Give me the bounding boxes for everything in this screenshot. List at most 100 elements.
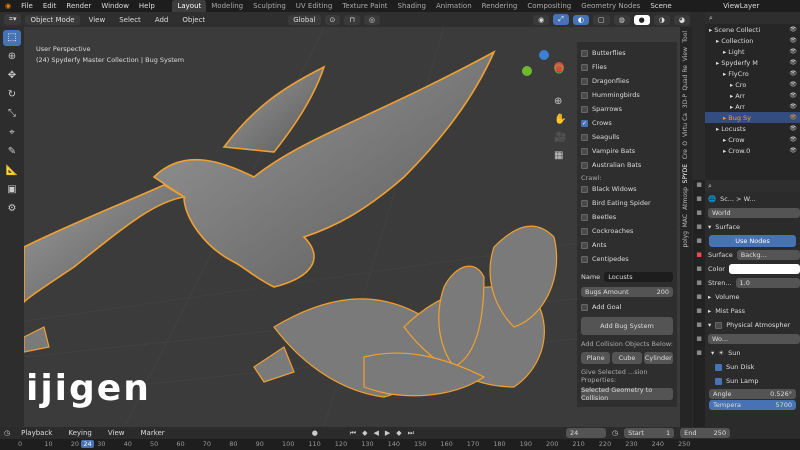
tab-layout[interactable]: Layout bbox=[172, 0, 207, 12]
tab-animation[interactable]: Animation bbox=[431, 0, 477, 12]
chevron-down-icon[interactable]: ▾ bbox=[708, 223, 711, 231]
pivot-icon[interactable]: ⊙ bbox=[324, 14, 341, 25]
menu-view[interactable]: View bbox=[84, 16, 111, 24]
render-icon[interactable]: ▪ bbox=[693, 194, 705, 208]
list-item[interactable]: Beetles bbox=[581, 210, 673, 224]
output-icon[interactable]: ▪ bbox=[693, 208, 705, 222]
list-item[interactable]: Centipedes bbox=[581, 252, 673, 266]
jump-end-icon[interactable]: ⏭ bbox=[408, 429, 414, 438]
checkbox[interactable] bbox=[581, 161, 588, 169]
eye-icon[interactable]: 👁 bbox=[789, 48, 797, 55]
color-swatch[interactable] bbox=[728, 264, 800, 274]
camera-icon[interactable]: 🎥 bbox=[554, 129, 566, 147]
cube-button[interactable]: Cube bbox=[612, 352, 642, 364]
sidebar-tab[interactable]: Quad Re bbox=[682, 65, 689, 91]
world-icon[interactable]: ▪ bbox=[693, 250, 705, 264]
play-reverse-icon[interactable]: ◀ bbox=[374, 429, 379, 437]
sidebar-tab[interactable]: Cre bbox=[682, 149, 689, 159]
eye-icon[interactable]: 👁 bbox=[789, 26, 797, 33]
chevron-down-icon[interactable]: ▾ bbox=[711, 349, 714, 357]
sidebar-tab[interactable]: Virtu Ca bbox=[682, 113, 689, 137]
list-item[interactable]: Hummingbirds bbox=[581, 88, 673, 102]
annotate-icon[interactable]: ✎ bbox=[3, 144, 21, 160]
xray-icon[interactable]: ▢ bbox=[592, 14, 610, 25]
tab-compositing[interactable]: Compositing bbox=[522, 0, 576, 12]
bugs-amount-field[interactable]: Bugs Amount 200 bbox=[581, 287, 673, 297]
eye-icon[interactable]: 👁 bbox=[789, 125, 797, 132]
current-frame-field[interactable]: 24 bbox=[565, 428, 606, 438]
material-icon[interactable]: ▪ bbox=[693, 348, 705, 362]
pan-hand-icon[interactable]: ✋ bbox=[554, 111, 566, 129]
list-item[interactable]: Black Widows bbox=[581, 182, 673, 196]
transform-icon[interactable]: ⌖ bbox=[3, 125, 21, 141]
sidebar-tab[interactable]: O bbox=[682, 141, 689, 146]
tab-sculpting[interactable]: Sculpting bbox=[248, 0, 291, 12]
checkbox[interactable] bbox=[581, 133, 588, 141]
outliner-row[interactable]: ▸ Crow 👁 bbox=[705, 134, 800, 145]
add-goal-checkbox[interactable] bbox=[581, 303, 588, 311]
checkbox[interactable] bbox=[581, 241, 588, 249]
chevron-right-icon[interactable]: ▸ bbox=[708, 307, 711, 315]
list-item[interactable]: Sparrows bbox=[581, 102, 673, 116]
tab-texture-paint[interactable]: Texture Paint bbox=[337, 0, 392, 12]
eye-icon[interactable]: 👁 bbox=[789, 114, 797, 121]
angle-field[interactable]: Angle 0.526° bbox=[709, 389, 796, 399]
search-icon[interactable]: ⌕ bbox=[709, 14, 713, 23]
selected-geometry-button[interactable]: Selected Geometry to Collision bbox=[581, 386, 673, 402]
eye-icon[interactable]: 👁 bbox=[789, 147, 797, 154]
tool-icon[interactable]: ▪ bbox=[693, 180, 705, 194]
use-nodes-button[interactable]: Use Nodes bbox=[709, 235, 796, 247]
add-cube-icon[interactable]: ▣ bbox=[3, 182, 21, 198]
menu-render[interactable]: Render bbox=[61, 2, 96, 10]
constraint-icon[interactable]: ▪ bbox=[693, 320, 705, 334]
prev-key-icon[interactable]: ◆ bbox=[362, 429, 367, 437]
menu-keying[interactable]: Keying bbox=[63, 429, 97, 437]
view-layer-icon[interactable]: ▪ bbox=[693, 222, 705, 236]
checkbox[interactable] bbox=[581, 147, 588, 155]
list-item[interactable]: Australian Bats bbox=[581, 158, 673, 172]
eye-icon[interactable]: 👁 bbox=[789, 81, 797, 88]
timeline-ruler[interactable]: 0 10 20 24 30 40 50 60 70 80 90 100 110 120 130 140 150 1… bbox=[0, 439, 800, 450]
outliner-row[interactable]: ▸ Collection 👁 bbox=[705, 35, 800, 46]
checkbox[interactable] bbox=[581, 213, 588, 221]
overlay-icon[interactable]: ◐ bbox=[572, 14, 589, 25]
scale-icon[interactable]: ⤡ bbox=[3, 106, 21, 122]
sidebar-tab[interactable]: Tool bbox=[682, 31, 689, 43]
tab-rendering[interactable]: Rendering bbox=[477, 0, 523, 12]
menu-file[interactable]: File bbox=[16, 2, 38, 10]
eye-icon[interactable]: 👁 bbox=[789, 70, 797, 77]
outliner-row[interactable]: ▸ Bug Sy 👁 bbox=[705, 112, 800, 123]
sidebar-tab[interactable]: polyg bbox=[682, 231, 689, 248]
clock-icon[interactable]: ◷ bbox=[4, 429, 10, 437]
sidebar-tab[interactable]: MAC bbox=[682, 214, 689, 227]
zoom-icon[interactable]: ⊕ bbox=[554, 93, 566, 111]
shading-solid-icon[interactable]: ● bbox=[633, 14, 650, 25]
particles-icon[interactable]: ▪ bbox=[693, 292, 705, 306]
shading-render-icon[interactable]: ◕ bbox=[673, 14, 690, 25]
select-box-icon[interactable]: ⬚ bbox=[3, 30, 21, 46]
plane-button[interactable]: Plane bbox=[581, 352, 611, 364]
world-data-selector[interactable]: Wo... bbox=[708, 334, 800, 344]
surface-header[interactable]: Surface bbox=[715, 223, 740, 231]
eye-icon[interactable]: 👁 bbox=[789, 92, 797, 99]
visibility-icon[interactable]: ◉ bbox=[533, 14, 550, 25]
mist-header[interactable]: Mist Pass bbox=[715, 307, 745, 315]
measure-icon[interactable]: 📐 bbox=[3, 163, 21, 179]
tab-shading[interactable]: Shading bbox=[393, 0, 431, 12]
strength-field[interactable]: 1.0 bbox=[735, 278, 800, 288]
name-input[interactable]: Locusts bbox=[604, 272, 673, 282]
menu-playback[interactable]: Playback bbox=[16, 429, 57, 437]
start-frame-field[interactable]: Start 1 bbox=[624, 428, 675, 438]
scene-icon[interactable]: ▪ bbox=[693, 236, 705, 250]
sun-lamp-checkbox[interactable] bbox=[715, 377, 722, 385]
gear-icon[interactable]: ⚙ bbox=[3, 201, 21, 217]
eye-icon[interactable]: 👁 bbox=[789, 59, 797, 66]
menu-help[interactable]: Help bbox=[134, 2, 160, 10]
outliner-row[interactable]: ▸ Arr 👁 bbox=[705, 90, 800, 101]
list-item[interactable]: Cockroaches bbox=[581, 224, 673, 238]
menu-timeline-view[interactable]: View bbox=[103, 429, 130, 437]
eye-icon[interactable]: 👁 bbox=[789, 37, 797, 44]
orientation-dropdown[interactable]: Global bbox=[288, 14, 321, 25]
temperature-field[interactable]: Tempera 5700 bbox=[709, 400, 796, 410]
checkbox[interactable] bbox=[581, 63, 588, 71]
